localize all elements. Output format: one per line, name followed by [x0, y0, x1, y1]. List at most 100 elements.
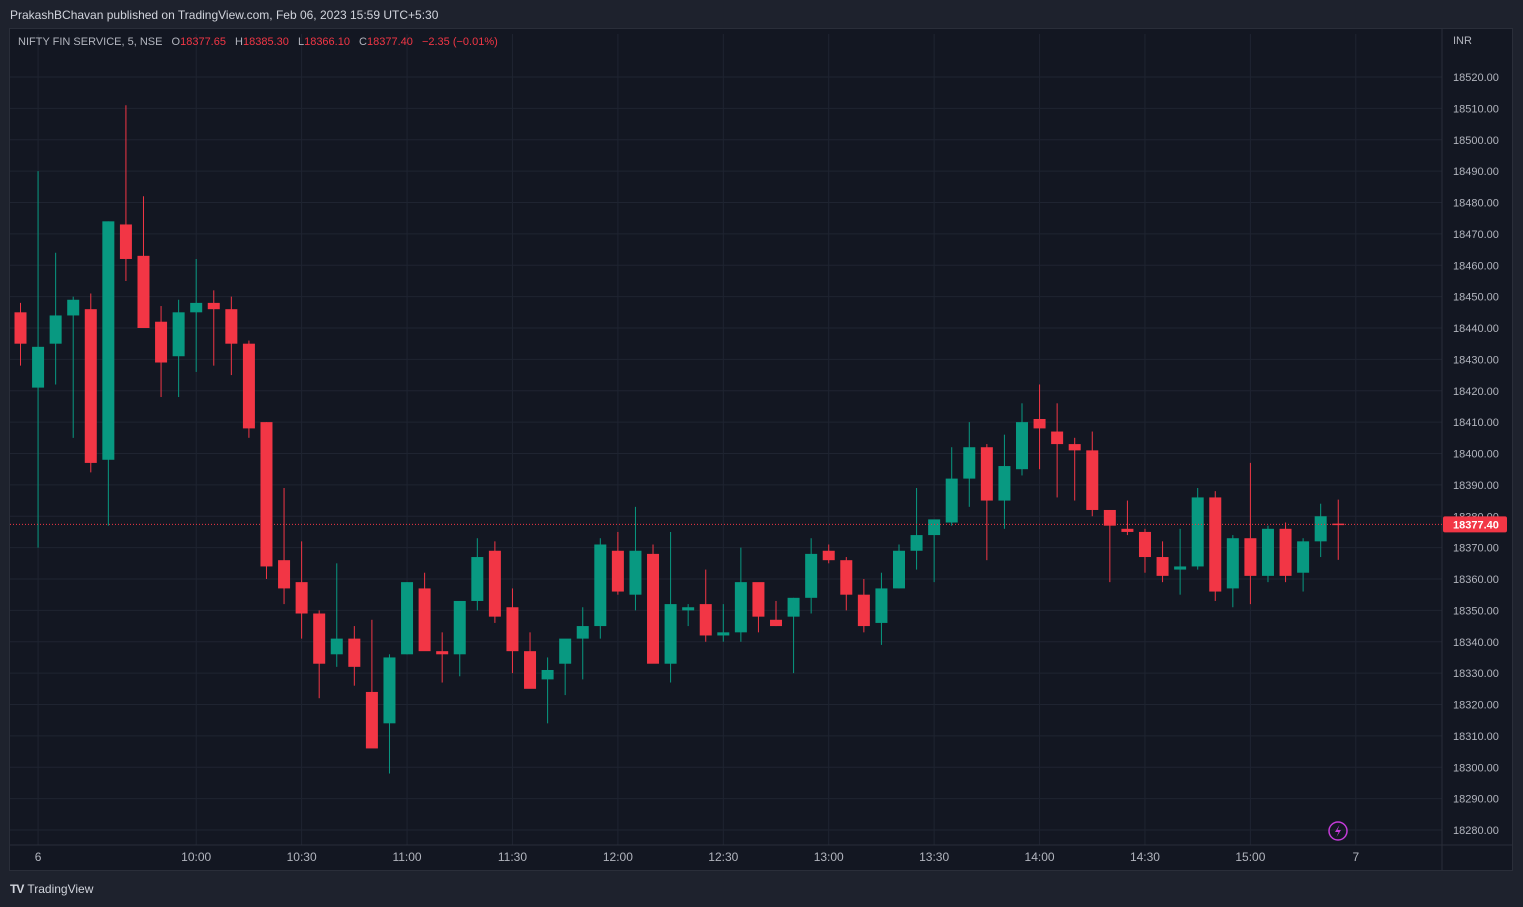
- y-tick-label: 18350.00: [1453, 605, 1499, 617]
- candle: [1191, 488, 1204, 570]
- candle: [857, 579, 870, 633]
- candle: [401, 582, 414, 655]
- brand-name: TradingView: [27, 882, 94, 896]
- candlestick-chart[interactable]: 18280.00 18290.00 18300.00 18310.00 18320.00…: [0, 0, 1523, 907]
- x-tick-label: 10:30: [287, 850, 317, 864]
- candle: [805, 538, 818, 614]
- candle: [910, 488, 923, 570]
- candle-body: [699, 604, 712, 636]
- candle-body: [1297, 541, 1310, 573]
- candle: [1226, 535, 1239, 608]
- candle-body: [506, 607, 519, 652]
- candle-body: [1226, 538, 1239, 589]
- candle-body: [190, 302, 203, 313]
- candle-body: [770, 619, 783, 627]
- candle: [998, 434, 1011, 529]
- candle: [453, 600, 466, 677]
- candle-body: [594, 544, 607, 627]
- candle-body: [172, 312, 185, 357]
- candle-body: [1314, 516, 1327, 542]
- y-tick-label: 18280.00: [1453, 825, 1499, 837]
- close-value: 18377.40: [366, 36, 413, 48]
- candle: [893, 544, 905, 589]
- candle: [1209, 491, 1222, 601]
- candle-body: [49, 315, 62, 344]
- candle-body: [840, 560, 853, 595]
- y-tick-label: 18450.00: [1453, 292, 1499, 304]
- candle-body: [365, 691, 378, 749]
- x-tick-label: 15:00: [1235, 850, 1265, 864]
- candle: [840, 557, 853, 611]
- candle: [770, 600, 783, 627]
- open-value: 18377.65: [180, 36, 226, 48]
- candle: [84, 293, 97, 473]
- y-tick-label: 18470.00: [1453, 229, 1499, 241]
- candle: [1244, 462, 1257, 605]
- y-tick-label: 18440.00: [1453, 323, 1499, 335]
- candle-body: [541, 669, 554, 680]
- candle-body: [488, 550, 501, 617]
- candle: [647, 544, 660, 664]
- y-tick-label: 18360.00: [1453, 574, 1499, 586]
- change-value: −2.35 (−0.01%): [421, 36, 498, 48]
- candle-body: [928, 519, 941, 536]
- ohlc-legend: NIFTY FIN SERVICE, 5, NSE O18377.65 H183…: [18, 36, 498, 48]
- candle: [1261, 525, 1274, 583]
- y-tick-label: 18340.00: [1453, 637, 1499, 649]
- candle: [190, 258, 203, 372]
- candle: [1051, 403, 1064, 498]
- y-tick-label: 18520.00: [1453, 72, 1499, 84]
- candle: [611, 531, 624, 595]
- y-tick-label: 18410.00: [1453, 417, 1499, 429]
- candle: [524, 632, 537, 689]
- grid-lines: [10, 29, 1512, 870]
- y-tick-label: 18510.00: [1453, 103, 1499, 115]
- candle: [348, 626, 361, 686]
- last-price-label: 18377.40: [1453, 519, 1499, 531]
- candle-body: [453, 600, 466, 655]
- candle-body: [418, 588, 431, 652]
- candle-body: [1051, 431, 1064, 445]
- candle-body: [155, 321, 168, 363]
- candle-body: [611, 550, 624, 592]
- candle: [734, 547, 747, 642]
- candle: [295, 541, 308, 639]
- candle-body: [436, 651, 449, 655]
- y-tick-label: 18430.00: [1453, 354, 1499, 366]
- candle: [559, 638, 572, 696]
- candle-body: [647, 553, 660, 664]
- y-tick-label: 18490.00: [1453, 166, 1499, 178]
- candle-body: [14, 312, 27, 344]
- candle: [102, 221, 115, 526]
- candle-body: [383, 657, 396, 724]
- symbol-label[interactable]: NIFTY FIN SERVICE, 5, NSE: [18, 36, 162, 48]
- candle: [541, 657, 554, 724]
- candle-body: [629, 550, 642, 595]
- low-value: 18366.10: [304, 36, 350, 48]
- candle: [1279, 522, 1292, 583]
- y-tick-label: 18330.00: [1453, 668, 1499, 680]
- x-tick-label: 13:00: [814, 850, 844, 864]
- candle: [1314, 503, 1327, 558]
- candle: [699, 569, 712, 642]
- candle-body: [313, 613, 326, 664]
- candle-body: [857, 594, 870, 627]
- candle-body: [32, 346, 45, 388]
- candle-body: [348, 638, 361, 667]
- candle: [418, 572, 431, 652]
- candle-body: [787, 597, 800, 617]
- x-tick-label: 7: [1352, 850, 1359, 864]
- y-tick-label: 18300.00: [1453, 762, 1499, 774]
- currency-label[interactable]: INR: [1453, 35, 1472, 47]
- candle: [1297, 538, 1310, 592]
- close-label: C: [359, 36, 367, 48]
- lightning-icon[interactable]: [1328, 821, 1348, 841]
- candle-body: [963, 447, 976, 479]
- candle: [1174, 528, 1187, 595]
- candle-body: [1015, 422, 1028, 470]
- candle: [155, 306, 168, 398]
- x-tick-label: 12:00: [603, 850, 633, 864]
- candle: [1068, 437, 1081, 501]
- candle-body: [1279, 528, 1292, 576]
- candle-body: [1086, 450, 1099, 510]
